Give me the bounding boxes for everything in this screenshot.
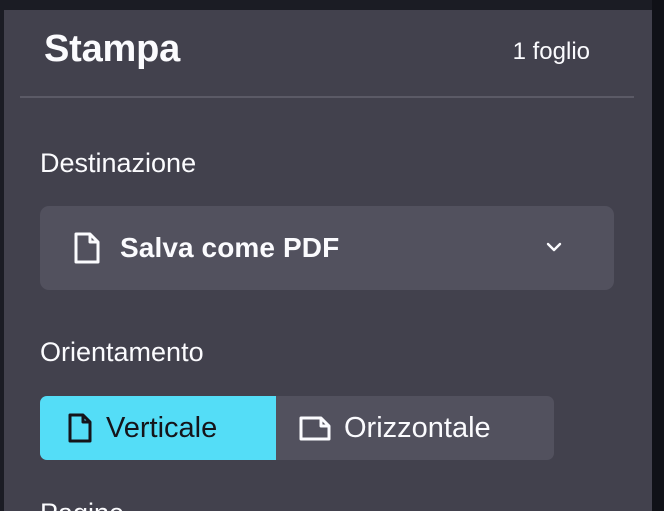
orientation-landscape-label: Orizzontale [344, 411, 491, 444]
destination-label: Destinazione [40, 148, 197, 178]
destination-select[interactable]: Salva come PDF [40, 206, 614, 290]
orientation-portrait-button[interactable]: Verticale [40, 396, 276, 460]
document-icon [70, 231, 104, 265]
print-panel: Stampa 1 foglio Destinazione Salva come … [4, 10, 652, 511]
orientation-landscape-button[interactable]: Orizzontale [276, 396, 554, 460]
background-edge [652, 0, 664, 511]
portrait-page-icon [66, 412, 94, 444]
print-header: Stampa 1 foglio [4, 10, 652, 96]
orientation-toggle: Verticale Orizzontale [40, 396, 554, 460]
chevron-down-icon [542, 235, 566, 259]
print-dialog-screenshot: Stampa 1 foglio Destinazione Salva come … [0, 0, 664, 511]
landscape-page-icon [298, 414, 332, 442]
destination-value: Salva come PDF [120, 232, 340, 263]
orientation-portrait-label: Verticale [106, 411, 218, 444]
pages-section-label: Pagine [40, 498, 124, 511]
page-title: Stampa [44, 28, 181, 70]
sheet-count: 1 foglio [512, 38, 590, 65]
orientation-label: Orientamento [40, 337, 204, 367]
header-divider [20, 96, 634, 98]
